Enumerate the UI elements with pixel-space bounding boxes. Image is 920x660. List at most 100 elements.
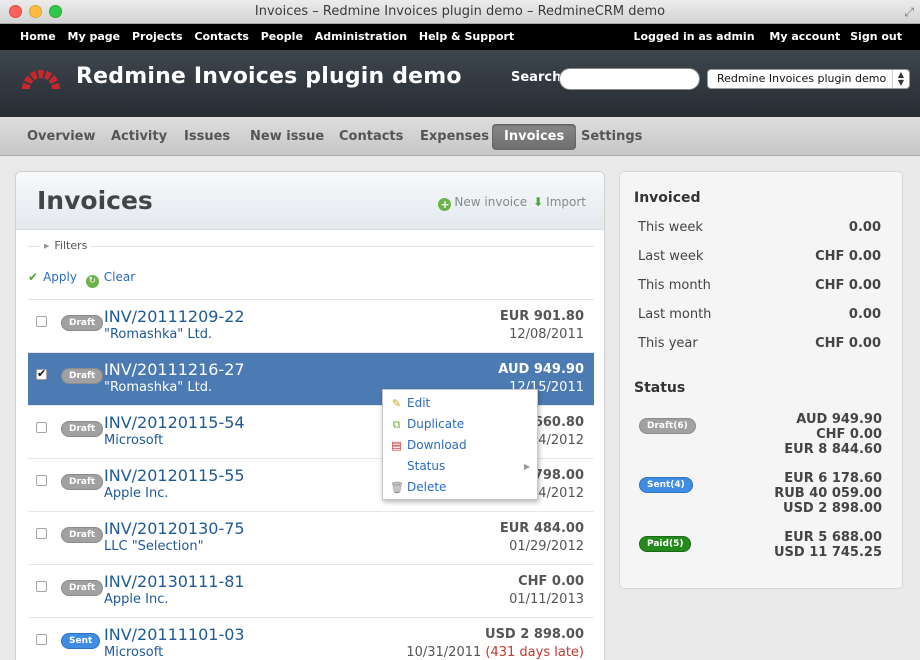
invoice-amount: EUR 484.00 bbox=[499, 521, 584, 536]
page-title: Invoices bbox=[37, 186, 153, 215]
window-close-button[interactable] bbox=[9, 5, 22, 18]
top-menu-people[interactable]: People bbox=[261, 30, 303, 43]
invoice-company-link[interactable]: "Romashka" Ltd. bbox=[104, 327, 212, 342]
top-menu-administration[interactable]: Administration bbox=[315, 30, 407, 43]
top-menu-help[interactable]: Help & Support bbox=[419, 30, 514, 43]
row-checkbox[interactable] bbox=[36, 581, 47, 592]
clear-link[interactable]: Clear bbox=[104, 270, 135, 284]
status-badge: Draft bbox=[61, 421, 104, 437]
invoiced-value: 0.00 bbox=[848, 307, 881, 322]
tab-invoices[interactable]: Invoices bbox=[492, 124, 577, 150]
tab-issues[interactable]: Issues bbox=[172, 124, 242, 150]
invoice-number-link[interactable]: INV/20120115-55 bbox=[104, 466, 245, 485]
top-menu-contacts[interactable]: Contacts bbox=[194, 30, 248, 43]
context-menu-status[interactable]: Status ▶ bbox=[383, 456, 539, 477]
pencil-icon: ✎ bbox=[391, 397, 402, 410]
invoice-company-link[interactable]: LLC "Selection" bbox=[104, 539, 204, 554]
invoice-row[interactable]: Draft INV/20111209-22 "Romashka" Ltd. EU… bbox=[28, 300, 594, 353]
status-paid-badge[interactable]: Paid(5) bbox=[639, 536, 692, 552]
context-menu-delete[interactable]: 🗑 Delete bbox=[383, 477, 539, 498]
invoice-row[interactable]: Draft INV/20120130-75 LLC "Selection" EU… bbox=[28, 512, 594, 565]
status-badge: Draft bbox=[61, 368, 104, 384]
add-icon: + bbox=[438, 198, 452, 211]
invoice-company-link[interactable]: "Romashka" Ltd. bbox=[104, 380, 212, 395]
top-menu-home[interactable]: Home bbox=[20, 30, 56, 43]
submenu-arrow-icon: ▶ bbox=[523, 462, 530, 471]
status-sent-badge[interactable]: Sent(4) bbox=[639, 477, 693, 493]
invoiced-period: This year bbox=[638, 336, 698, 351]
top-menu-projects[interactable]: Projects bbox=[132, 30, 183, 43]
invoice-row[interactable]: Draft INV/20130111-81 Apple Inc. CHF 0.0… bbox=[28, 565, 594, 618]
status-badge: Draft bbox=[61, 580, 104, 596]
context-menu-label: Status bbox=[407, 459, 446, 473]
row-checkbox[interactable] bbox=[36, 422, 47, 433]
invoiced-value: 0.00 bbox=[848, 220, 881, 235]
sign-out-link[interactable]: Sign out bbox=[850, 30, 902, 43]
search-input[interactable] bbox=[559, 68, 700, 90]
invoice-number-link[interactable]: INV/20111209-22 bbox=[104, 307, 245, 326]
project-jump-select[interactable]: Redmine Invoices plugin demo ▲ ▼ bbox=[707, 69, 910, 89]
invoice-company-link[interactable]: Apple Inc. bbox=[104, 592, 169, 607]
invoice-date-value: 4/2012 bbox=[538, 433, 584, 448]
filters-toggle[interactable]: ▶ Filters bbox=[40, 239, 92, 252]
row-checkbox[interactable] bbox=[36, 634, 47, 645]
invoice-row[interactable]: Sent INV/20111101-03 Microsoft USD 2 898… bbox=[28, 618, 594, 660]
invoice-amount: CHF 0.00 bbox=[518, 574, 584, 589]
invoice-number-link[interactable]: INV/20111101-03 bbox=[104, 625, 245, 644]
row-checkbox[interactable] bbox=[36, 316, 47, 327]
select-arrows-icon: ▲ ▼ bbox=[892, 70, 909, 88]
invoiced-value: CHF 0.00 bbox=[815, 249, 881, 264]
tab-new-issue[interactable]: New issue bbox=[238, 124, 336, 150]
invoice-company-link[interactable]: Microsoft bbox=[104, 433, 163, 448]
window-zoom-button[interactable] bbox=[49, 5, 62, 18]
context-menu-edit[interactable]: ✎ Edit bbox=[383, 393, 539, 414]
expand-triangle-icon: ▶ bbox=[44, 242, 50, 250]
context-menu-duplicate[interactable]: ⧉ Duplicate bbox=[383, 414, 539, 435]
apply-link[interactable]: Apply bbox=[43, 270, 77, 284]
status-amount: RUB 40 059.00 bbox=[774, 486, 882, 501]
status-badge: Draft bbox=[61, 527, 104, 543]
tab-activity[interactable]: Activity bbox=[99, 124, 179, 150]
status-draft-badge[interactable]: Draft(6) bbox=[639, 418, 696, 434]
status-heading: Status bbox=[634, 380, 686, 396]
context-menu-label: Duplicate bbox=[407, 417, 465, 431]
invoice-amount: 660.80 bbox=[533, 415, 584, 430]
fullscreen-icon[interactable]: ⤢ bbox=[904, 4, 914, 20]
status-badge: Draft bbox=[61, 474, 104, 490]
invoice-company-link[interactable]: Apple Inc. bbox=[104, 486, 169, 501]
invoice-amount: USD 2 898.00 bbox=[485, 627, 584, 642]
invoice-date-value: 12/08/2011 bbox=[509, 327, 584, 342]
status-sent-amounts: EUR 6 178.60 RUB 40 059.00 USD 2 898.00 bbox=[774, 471, 882, 516]
site-title[interactable]: Redmine Invoices plugin demo bbox=[76, 64, 462, 89]
new-invoice-link[interactable]: New invoice bbox=[454, 195, 527, 209]
status-amount: EUR 8 844.60 bbox=[784, 442, 882, 457]
top-menu-my-page[interactable]: My page bbox=[68, 30, 121, 43]
invoiced-period: Last month bbox=[638, 307, 712, 322]
logged-in-as: Logged in as admin bbox=[633, 30, 755, 43]
row-checkbox[interactable] bbox=[36, 475, 47, 486]
tab-settings[interactable]: Settings bbox=[569, 124, 654, 150]
context-menu-label: Edit bbox=[407, 396, 431, 410]
context-menu-download[interactable]: ▤ Download bbox=[383, 435, 539, 456]
clear-reload-icon: ↻ bbox=[85, 275, 99, 288]
invoice-number-link[interactable]: INV/20111216-27 bbox=[104, 360, 245, 379]
import-link[interactable]: Import bbox=[546, 195, 586, 209]
invoice-date: 4/2012 bbox=[538, 433, 584, 448]
filter-actions: ✔ Apply ↻ Clear bbox=[28, 270, 140, 288]
window-minimize-button[interactable] bbox=[29, 5, 42, 18]
tab-contacts[interactable]: Contacts bbox=[327, 124, 415, 150]
tab-overview[interactable]: Overview bbox=[15, 124, 108, 150]
tab-expenses[interactable]: Expenses bbox=[408, 124, 501, 150]
row-checkbox-checked[interactable] bbox=[36, 367, 47, 380]
sidebar: Invoiced This week 0.00 Last week CHF 0.00… bbox=[619, 171, 903, 589]
row-checkbox[interactable] bbox=[36, 528, 47, 539]
invoice-number-link[interactable]: INV/20120130-75 bbox=[104, 519, 245, 538]
invoice-number-link[interactable]: INV/20120115-54 bbox=[104, 413, 245, 432]
invoice-amount: 798.00 bbox=[533, 468, 584, 483]
invoice-date: 4/2012 bbox=[538, 486, 584, 501]
content-header: Invoices + New invoice ⬇ Import bbox=[16, 172, 604, 230]
invoice-date-value: 10/31/2011 bbox=[406, 645, 482, 660]
invoice-number-link[interactable]: INV/20130111-81 bbox=[104, 572, 245, 591]
my-account-link[interactable]: My account bbox=[769, 30, 840, 43]
invoice-company-link[interactable]: Microsoft bbox=[104, 645, 163, 660]
